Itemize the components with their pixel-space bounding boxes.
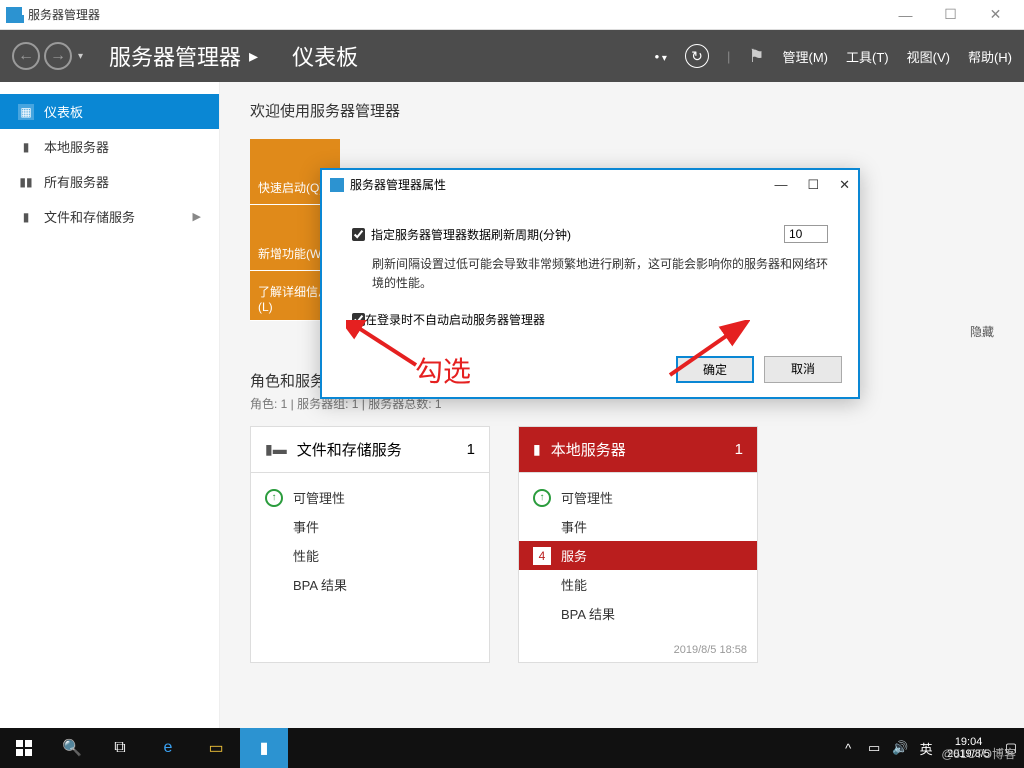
card-row-label: 事件 — [293, 517, 319, 536]
card-row-label: 性能 — [293, 546, 319, 565]
sidebar-item-label: 所有服务器 — [44, 172, 109, 191]
window-titlebar: 服务器管理器 — ☐ ✕ — [0, 0, 1024, 30]
taskbar-explorer-button[interactable]: ▭ — [192, 728, 240, 768]
storage-icon: ▮▬ — [265, 441, 287, 458]
refresh-icon[interactable]: ↻ — [685, 44, 709, 68]
card-row-label: 可管理性 — [561, 488, 613, 507]
refresh-interval-checkbox[interactable] — [352, 228, 365, 241]
card-row-label: BPA 结果 — [293, 575, 347, 594]
header-nav: ← → 服务器管理器 ▸ 仪表板 • ↻ | ⚑ 管理(M) 工具(T) 视图(… — [0, 30, 1024, 82]
window-close-button[interactable]: ✕ — [973, 1, 1018, 29]
card-title: 文件和存储服务 — [297, 439, 402, 460]
breadcrumb-current: 仪表板 — [292, 40, 358, 72]
dashboard-icon: ▦ — [18, 104, 34, 120]
taskbar-ie-button[interactable]: e — [144, 728, 192, 768]
watermark-text: @51CTO博客 — [941, 745, 1016, 762]
menu-view[interactable]: 视图(V) — [907, 47, 950, 66]
header-dropdown-button[interactable]: • — [655, 49, 667, 64]
card-row-label: 性能 — [561, 575, 587, 594]
breadcrumb-separator-icon: ▸ — [249, 46, 258, 67]
status-ok-icon: ↑ — [265, 489, 283, 507]
app-icon — [6, 7, 22, 23]
nav-forward-button[interactable]: → — [44, 42, 72, 70]
dialog-minimize-button[interactable]: — — [774, 177, 787, 193]
taskbar-search-button[interactable]: 🔍 — [48, 728, 96, 768]
header-separator: | — [727, 49, 730, 64]
sidebar-item-all-servers[interactable]: ▮▮ 所有服务器 — [0, 164, 219, 199]
tray-volume-icon[interactable]: 🔊 — [887, 740, 913, 756]
sidebar: ▦ 仪表板 ▮ 本地服务器 ▮▮ 所有服务器 ▮ 文件和存储服务 ▶ — [0, 82, 220, 728]
properties-dialog: 服务器管理器属性 — ☐ ✕ 指定服务器管理器数据刷新周期(分钟) 刷新间隔设置… — [320, 168, 860, 399]
card-row-label: BPA 结果 — [561, 604, 615, 623]
sidebar-item-label: 本地服务器 — [44, 137, 109, 156]
tray-up-icon[interactable]: ^ — [835, 741, 861, 756]
card-row-label: 服务 — [561, 546, 587, 565]
sidebar-item-local-server[interactable]: ▮ 本地服务器 — [0, 129, 219, 164]
taskbar: 🔍 ⧉ e ▭ ▮ ^ ▭ 🔊 英 19:04 2019/8/5 ▢ — [0, 728, 1024, 768]
menu-tools[interactable]: 工具(T) — [846, 47, 889, 66]
sidebar-item-file-storage[interactable]: ▮ 文件和存储服务 ▶ — [0, 199, 219, 234]
sidebar-item-label: 仪表板 — [44, 102, 83, 121]
dialog-maximize-button[interactable]: ☐ — [807, 177, 819, 193]
nav-back-button[interactable]: ← — [12, 42, 40, 70]
annotation-text: 勾选 — [415, 350, 471, 390]
notifications-flag-icon[interactable]: ⚑ — [748, 46, 764, 67]
card-count: 1 — [467, 441, 475, 458]
server-icon: ▮ — [533, 441, 541, 458]
taskbar-taskview-button[interactable]: ⧉ — [96, 728, 144, 768]
status-ok-icon: ↑ — [533, 489, 551, 507]
card-row-label: 可管理性 — [293, 488, 345, 507]
expand-chevron-icon[interactable]: ▶ — [193, 210, 201, 223]
tray-network-icon[interactable]: ▭ — [861, 740, 887, 756]
window-maximize-button[interactable]: ☐ — [928, 1, 973, 29]
nav-dropdown-icon[interactable] — [78, 51, 83, 62]
disable-autostart-label: 在登录时不自动启动服务器管理器 — [365, 311, 545, 328]
error-count-badge: 4 — [533, 547, 551, 565]
breadcrumb-root[interactable]: 服务器管理器 — [109, 40, 241, 72]
cancel-button[interactable]: 取消 — [764, 356, 842, 383]
card-row-label: 事件 — [561, 517, 587, 536]
sidebar-item-label: 文件和存储服务 — [44, 207, 135, 226]
card-count: 1 — [735, 441, 743, 458]
dialog-note-text: 刷新间隔设置过低可能会导致非常频繁地进行刷新，这可能会影响你的服务器和网络环境的… — [372, 255, 828, 293]
server-icon: ▮ — [18, 139, 34, 155]
card-title: 本地服务器 — [551, 439, 626, 460]
taskbar-servermanager-button[interactable]: ▮ — [240, 728, 288, 768]
tray-ime-button[interactable]: 英 — [913, 739, 939, 758]
dialog-app-icon — [330, 178, 344, 192]
card-timestamp: 2019/8/5 18:58 — [519, 644, 757, 662]
dialog-title: 服务器管理器属性 — [350, 176, 446, 193]
start-button[interactable] — [0, 728, 48, 768]
role-card-file-storage[interactable]: ▮▬ 文件和存储服务 1 ↑ 可管理性 事件 性能 BPA 结果 — [250, 426, 490, 663]
role-card-local-server[interactable]: ▮ 本地服务器 1 ↑ 可管理性 事件 4 服务 性能 BPA 结果 2019/8/… — [518, 426, 758, 663]
window-minimize-button[interactable]: — — [883, 1, 928, 29]
menu-manage[interactable]: 管理(M) — [783, 47, 829, 66]
storage-icon: ▮ — [18, 209, 34, 225]
ok-button[interactable]: 确定 — [676, 356, 754, 383]
refresh-interval-label: 指定服务器管理器数据刷新周期(分钟) — [371, 226, 571, 243]
menu-help[interactable]: 帮助(H) — [968, 47, 1012, 66]
sidebar-item-dashboard[interactable]: ▦ 仪表板 — [0, 94, 219, 129]
welcome-heading: 欢迎使用服务器管理器 — [250, 100, 994, 121]
refresh-interval-input[interactable] — [784, 225, 828, 243]
window-title: 服务器管理器 — [28, 6, 883, 23]
servers-icon: ▮▮ — [18, 174, 34, 190]
dialog-close-button[interactable]: ✕ — [839, 177, 850, 193]
disable-autostart-checkbox[interactable] — [352, 313, 365, 326]
